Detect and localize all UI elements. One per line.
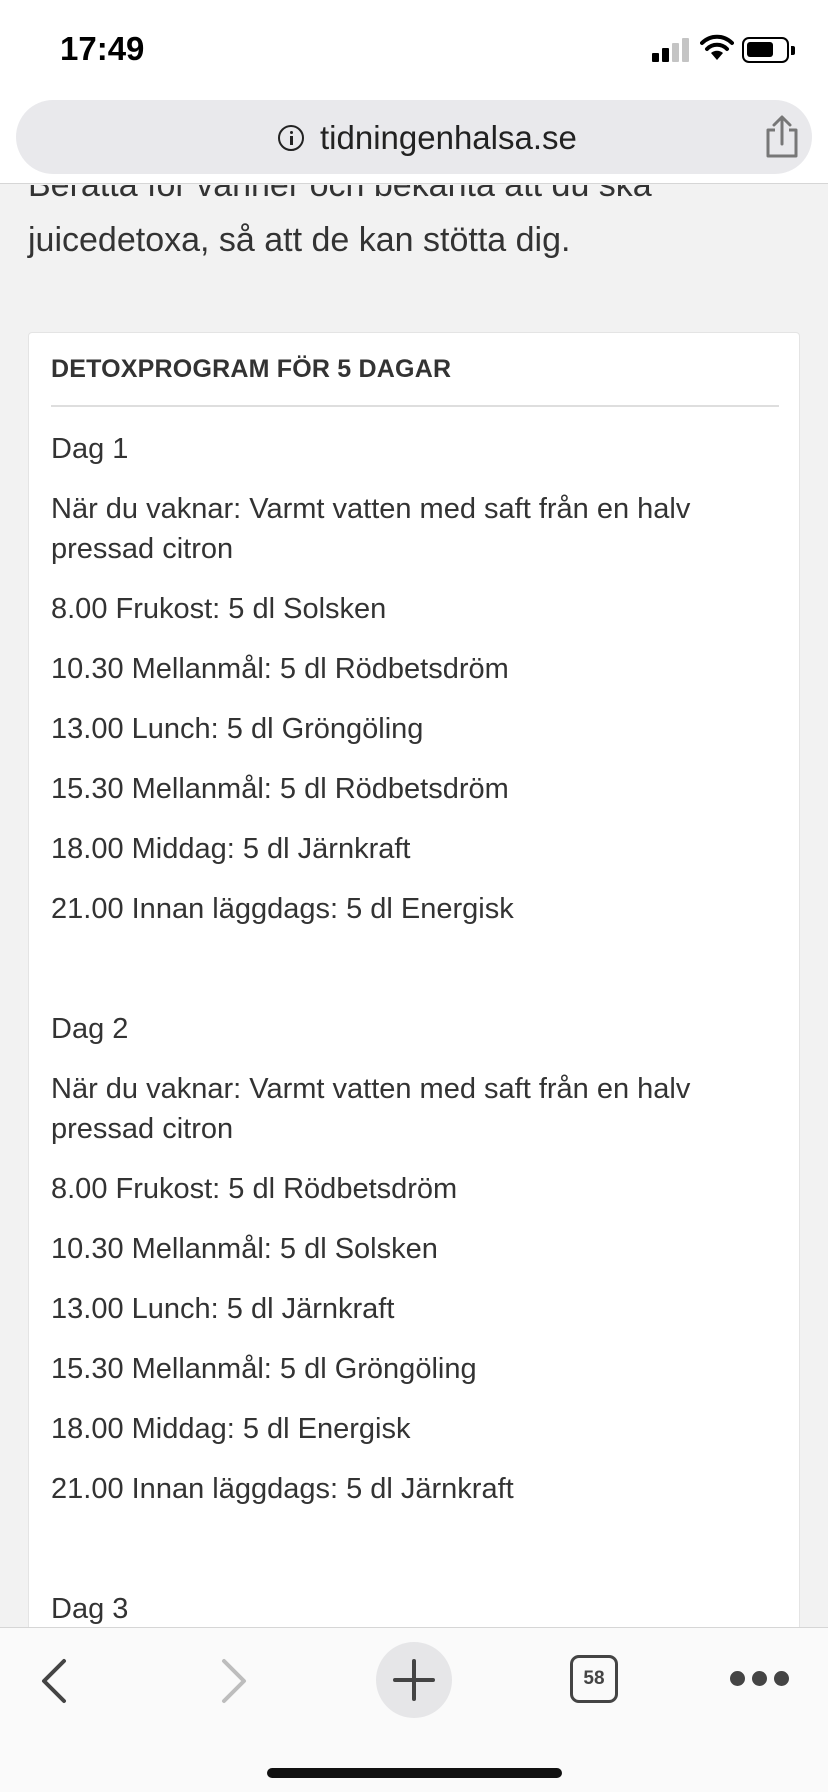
share-icon[interactable] — [762, 112, 802, 162]
tabs-button[interactable]: 58 — [570, 1655, 618, 1703]
intro-line: Berätta för vänner och bekanta att du sk… — [28, 185, 652, 204]
cellular-signal-icon — [652, 36, 692, 62]
battery-icon — [742, 37, 795, 63]
day-section: Dag 1 När du vaknar: Varmt vatten med sa… — [51, 429, 779, 949]
browser-address-area: tidningenhalsa.se — [0, 96, 828, 184]
schedule-entry: 21.00 Innan läggdags: 5 dl Järnkraft — [51, 1473, 514, 1505]
status-time: 17:49 — [60, 30, 145, 67]
schedule-entry: 15.30 Mellanmål: 5 dl Rödbetsdröm — [51, 773, 509, 805]
browser-toolbar: 58 — [0, 1627, 828, 1792]
day-title: Dag 3 — [51, 1593, 129, 1625]
schedule-entry: När du vaknar: Varmt vatten med saft frå… — [51, 1073, 691, 1145]
schedule-entry: 8.00 Frukost: 5 dl Solsken — [51, 593, 387, 625]
schedule-entry: 8.00 Frukost: 5 dl Rödbetsdröm — [51, 1173, 458, 1205]
box-title: DETOXPROGRAM FÖR 5 DAGAR — [51, 355, 452, 383]
schedule-entry: 13.00 Lunch: 5 dl Järnkraft — [51, 1293, 395, 1325]
new-tab-button[interactable] — [376, 1642, 452, 1718]
schedule-entry: När du vaknar: Varmt vatten med saft frå… — [51, 493, 691, 565]
day-section: Dag 3 — [51, 1589, 779, 1627]
day-title: Dag 1 — [51, 433, 129, 465]
back-icon[interactable] — [36, 1656, 76, 1706]
page-content[interactable]: Berätta för vänner och bekanta att du sk… — [0, 185, 828, 1627]
intro-line: juicedetoxa, så att de kan stötta dig. — [28, 221, 571, 259]
detox-program-box: DETOXPROGRAM FÖR 5 DAGAR Dag 1 När du va… — [28, 332, 800, 1627]
url-text[interactable]: tidningenhalsa.se — [320, 119, 577, 157]
info-icon[interactable] — [278, 125, 304, 151]
schedule-entry: 10.30 Mellanmål: 5 dl Rödbetsdröm — [51, 653, 509, 685]
schedule-entry: 15.30 Mellanmål: 5 dl Gröngöling — [51, 1353, 477, 1385]
home-indicator[interactable] — [267, 1768, 562, 1778]
tab-count: 58 — [583, 1668, 605, 1689]
more-menu-icon[interactable] — [730, 1668, 790, 1688]
article-intro: Berätta för vänner och bekanta att du sk… — [28, 185, 808, 268]
divider — [51, 405, 779, 407]
wifi-icon — [700, 34, 734, 60]
schedule-entry: 18.00 Middag: 5 dl Energisk — [51, 1413, 411, 1445]
schedule-entry: 13.00 Lunch: 5 dl Gröngöling — [51, 713, 424, 745]
schedule-entry: 18.00 Middag: 5 dl Järnkraft — [51, 833, 411, 865]
day-section: Dag 2 När du vaknar: Varmt vatten med sa… — [51, 1009, 779, 1529]
schedule-entry: 21.00 Innan läggdags: 5 dl Energisk — [51, 893, 514, 925]
address-bar[interactable]: tidningenhalsa.se — [16, 100, 812, 174]
status-bar: 17:49 — [0, 0, 828, 96]
schedule-entry: 10.30 Mellanmål: 5 dl Solsken — [51, 1233, 438, 1265]
forward-icon[interactable] — [212, 1656, 252, 1706]
day-title: Dag 2 — [51, 1013, 129, 1045]
